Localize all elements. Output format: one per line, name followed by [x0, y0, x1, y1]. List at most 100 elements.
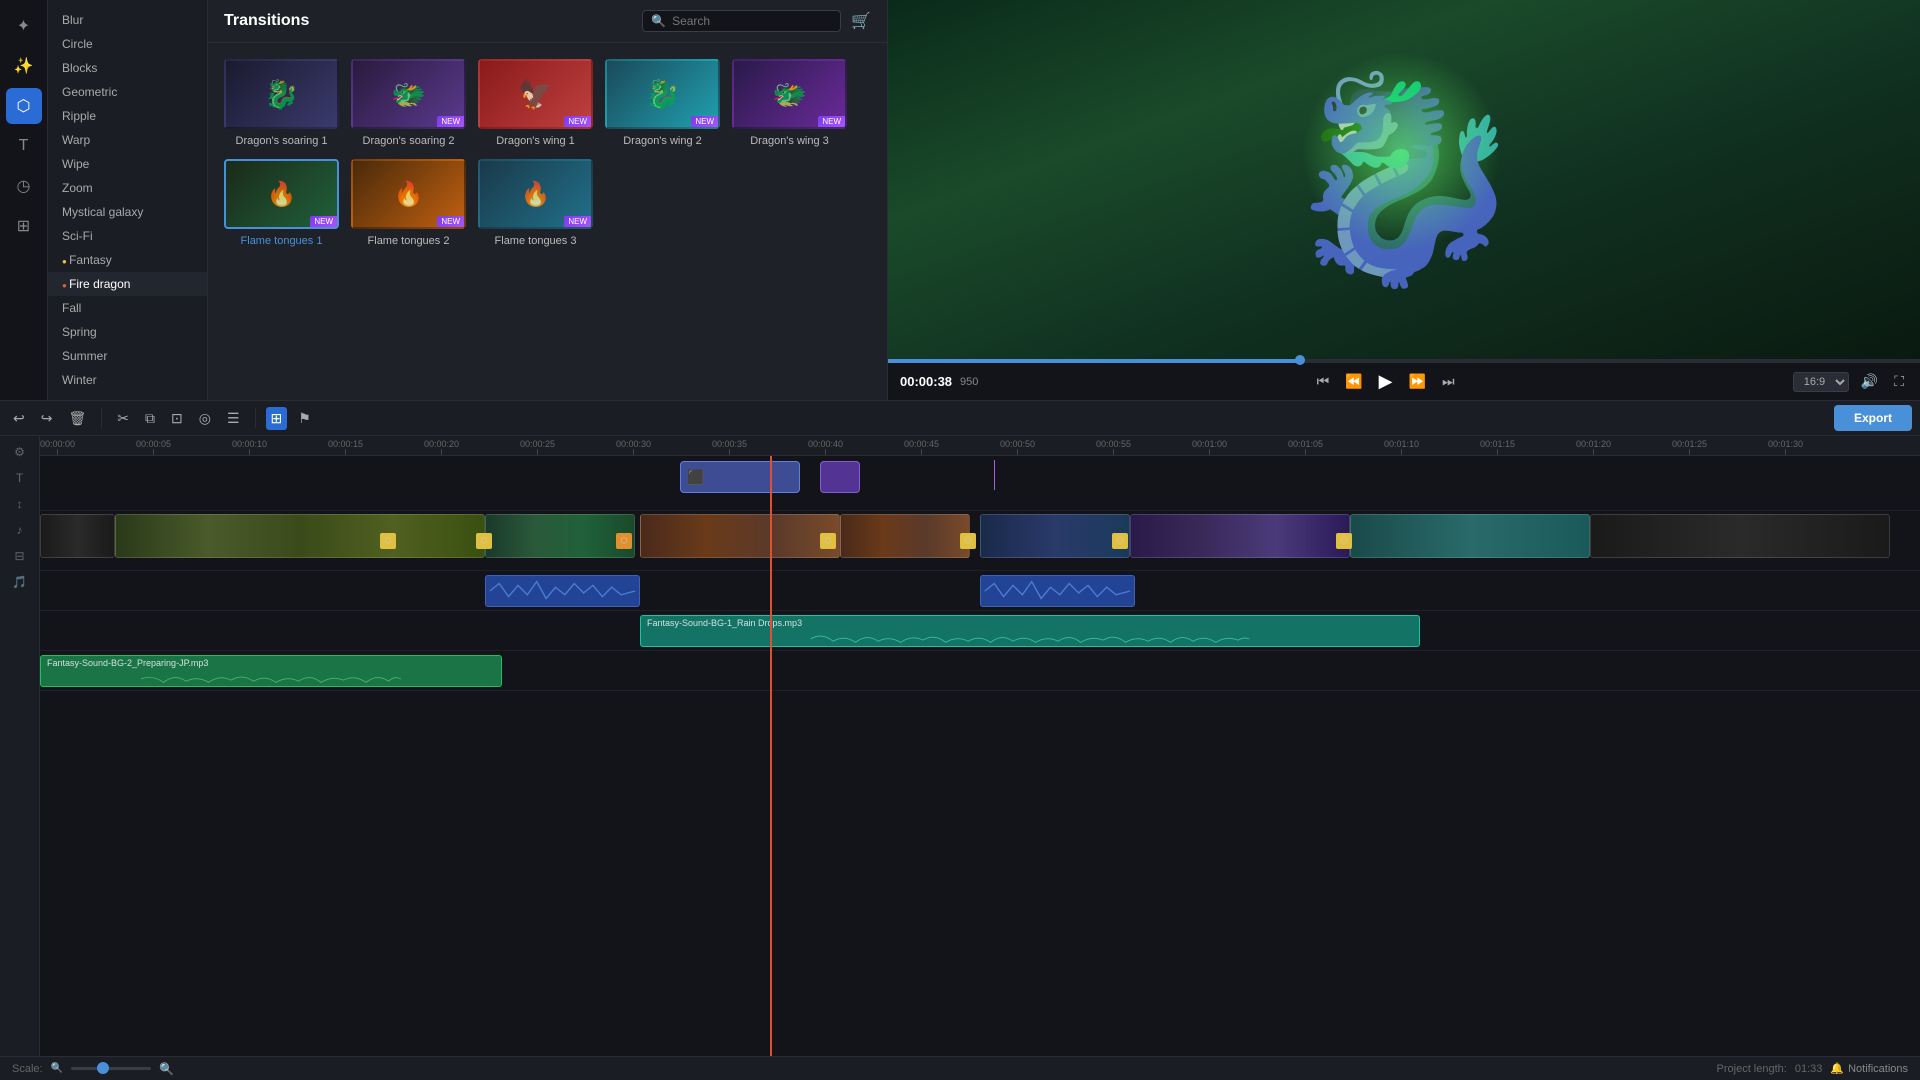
icon-bar-grid[interactable]: ⊞ — [6, 208, 42, 244]
icon-bar-magic[interactable]: ✨ — [6, 48, 42, 84]
undo-button[interactable]: ↩ — [8, 407, 30, 430]
copy-button[interactable]: ⧉ — [140, 407, 160, 430]
category-fall[interactable]: Fall — [48, 296, 207, 320]
transition-flame2[interactable]: 🔥 NEW Flame tongues 2 — [351, 159, 466, 247]
tl-move-btn[interactable]: ↕ — [5, 492, 35, 516]
delete-button[interactable]: 🗑 — [63, 407, 91, 430]
trans-marker6[interactable]: ⬡ — [1112, 533, 1128, 549]
ctrl-skip-start[interactable]: ⏮ — [1313, 371, 1334, 392]
transition-flame3[interactable]: 🔥 NEW Flame tongues 3 — [478, 159, 593, 247]
redo-button[interactable]: ↪ — [36, 407, 58, 430]
cart-icon[interactable]: 🛒 — [851, 11, 871, 31]
preview-controls: 00:00:38 950 ⏮ ⏪ ▶ ⏩ ⏭ 16:9 9:16 1:1 🔊 ⛶ — [888, 363, 1920, 400]
audio-clip-blue1[interactable] — [485, 575, 640, 607]
ctrl-step-fwd[interactable]: ⏩ — [1405, 371, 1430, 392]
ctrl-step-back[interactable]: ⏪ — [1341, 371, 1366, 392]
tl-audio2-btn[interactable]: 🎵 — [5, 570, 35, 594]
category-winter[interactable]: Winter — [48, 368, 207, 392]
notifications-area[interactable]: 🔔 Notifications — [1830, 1062, 1908, 1075]
list-button[interactable]: ☰ — [222, 407, 245, 430]
export-button[interactable]: Export — [1834, 405, 1912, 431]
transition-flame1[interactable]: 🔥 NEW Flame tongues 1 — [224, 159, 339, 247]
ctrl-play[interactable]: ▶ — [1375, 369, 1397, 394]
trans-marker1[interactable]: ⬡ — [380, 533, 396, 549]
category-scifi[interactable]: Sci-Fi — [48, 224, 207, 248]
icon-bar-clock[interactable]: ◷ — [6, 168, 42, 204]
tl-layers-btn[interactable]: ⊟ — [5, 544, 35, 568]
transition-dragon5[interactable]: 🐲 NEW Dragon's wing 3 — [732, 59, 847, 147]
toolbar-divider1 — [101, 408, 102, 428]
scale-bar: Scale: 🔍 🔍 Project length: 01:33 🔔 Notif… — [0, 1056, 1920, 1080]
transition-thumb-dragon5: 🐲 NEW — [732, 59, 847, 129]
trans-marker3[interactable]: ⬡ — [616, 533, 632, 549]
icon-bar-cursor[interactable]: ✦ — [6, 8, 42, 44]
category-blur[interactable]: Blur — [48, 8, 207, 32]
category-wipe[interactable]: Wipe — [48, 152, 207, 176]
category-mystical[interactable]: Mystical galaxy — [48, 200, 207, 224]
transition-dragon3[interactable]: 🦅 NEW Dragon's wing 1 — [478, 59, 593, 147]
ctrl-volume[interactable]: 🔊 — [1857, 371, 1882, 392]
crop-button[interactable]: ⊡ — [166, 407, 188, 430]
category-ripple[interactable]: Ripple — [48, 104, 207, 128]
trans-marker7[interactable]: ⬡ — [1336, 533, 1352, 549]
category-spring[interactable]: Spring — [48, 320, 207, 344]
scale-slider[interactable] — [71, 1067, 151, 1070]
transition-dragon4[interactable]: 🐉 NEW Dragon's wing 2 — [605, 59, 720, 147]
flag-button[interactable]: ⚑ — [293, 407, 316, 430]
marker-button[interactable]: ◎ — [194, 407, 216, 430]
clip-people1[interactable] — [640, 514, 840, 558]
clip-forest1[interactable] — [115, 514, 485, 558]
transition-thumb-flame3: 🔥 NEW — [478, 159, 593, 229]
clip-blue1[interactable] — [980, 514, 1130, 558]
track-sub-audio — [40, 571, 1920, 611]
clip-dark[interactable] — [40, 514, 115, 558]
category-zoom[interactable]: Zoom — [48, 176, 207, 200]
title-clip1[interactable]: ⬛ — [680, 461, 800, 493]
trans-marker5[interactable]: ⬡ — [960, 533, 976, 549]
clip-people2[interactable] — [840, 514, 970, 558]
trans-marker2[interactable]: ⬡ — [476, 533, 492, 549]
trans-marker4[interactable]: ⬡ — [820, 533, 836, 549]
audio-teal-clip[interactable]: Fantasy-Sound-BG-1_Rain Drops.mp3 — [640, 615, 1420, 647]
transitions-panel: Transitions 🔍 🛒 🐉 Dragon's soaring 1 🐲 — [208, 0, 888, 400]
category-warp[interactable]: Warp — [48, 128, 207, 152]
category-geometric[interactable]: Geometric — [48, 80, 207, 104]
tl-audio-btn[interactable]: ♪ — [5, 518, 35, 542]
category-circle[interactable]: Circle — [48, 32, 207, 56]
tl-text-btn[interactable]: T — [5, 466, 35, 490]
search-box[interactable]: 🔍 — [642, 10, 841, 32]
ctrl-skip-end[interactable]: ⏭ — [1438, 371, 1459, 392]
snap-button[interactable]: ⊞ — [266, 407, 288, 430]
audio-green-clip[interactable]: Fantasy-Sound-BG-2_Preparing-JP.mp3 — [40, 655, 502, 687]
search-input[interactable] — [672, 14, 832, 28]
icon-bar-transitions[interactable]: ⬡ — [6, 88, 42, 124]
track-audio-1: Fantasy-Sound-BG-1_Rain Drops.mp3 — [40, 611, 1920, 651]
transition-label-dragon2: Dragon's soaring 2 — [363, 135, 455, 147]
aspect-ratio-select[interactable]: 16:9 9:16 1:1 — [1793, 372, 1849, 392]
scale-thumb — [97, 1062, 109, 1074]
category-summer[interactable]: Summer — [48, 344, 207, 368]
clip-teal1[interactable] — [1350, 514, 1590, 558]
icon-bar-text[interactable]: T — [6, 128, 42, 164]
category-fantasy[interactable]: Fantasy — [48, 248, 207, 272]
ctrl-fullscreen[interactable]: ⛶ — [1890, 371, 1908, 392]
clip-green1[interactable] — [485, 514, 635, 558]
transition-label-dragon1: Dragon's soaring 1 — [236, 135, 328, 147]
preview-progress[interactable] — [888, 359, 1920, 363]
category-firedragon[interactable]: Fire dragon — [48, 272, 207, 296]
tl-settings-btn[interactable]: ⚙ — [5, 440, 35, 464]
clip-purple1[interactable] — [1130, 514, 1350, 558]
cut-button[interactable]: ✂ — [112, 407, 134, 430]
audio-clip-blue2[interactable] — [980, 575, 1135, 607]
time-ruler[interactable]: 00:00:00 00:00:05 00:00:10 00:00:15 00:0… — [40, 436, 1920, 456]
transition-dragon1[interactable]: 🐉 Dragon's soaring 1 — [224, 59, 339, 147]
transition-dragon2[interactable]: 🐲 NEW Dragon's soaring 2 — [351, 59, 466, 147]
category-blocks[interactable]: Blocks — [48, 56, 207, 80]
transitions-header: Transitions 🔍 🛒 — [208, 0, 887, 43]
title-clip2[interactable] — [820, 461, 860, 493]
green-glow — [1301, 51, 1501, 251]
transition-label-flame3: Flame tongues 3 — [495, 235, 577, 247]
transition-label-flame1: Flame tongues 1 — [241, 235, 323, 247]
clip-dark-end[interactable] — [1590, 514, 1890, 558]
notifications-label: Notifications — [1848, 1063, 1908, 1075]
